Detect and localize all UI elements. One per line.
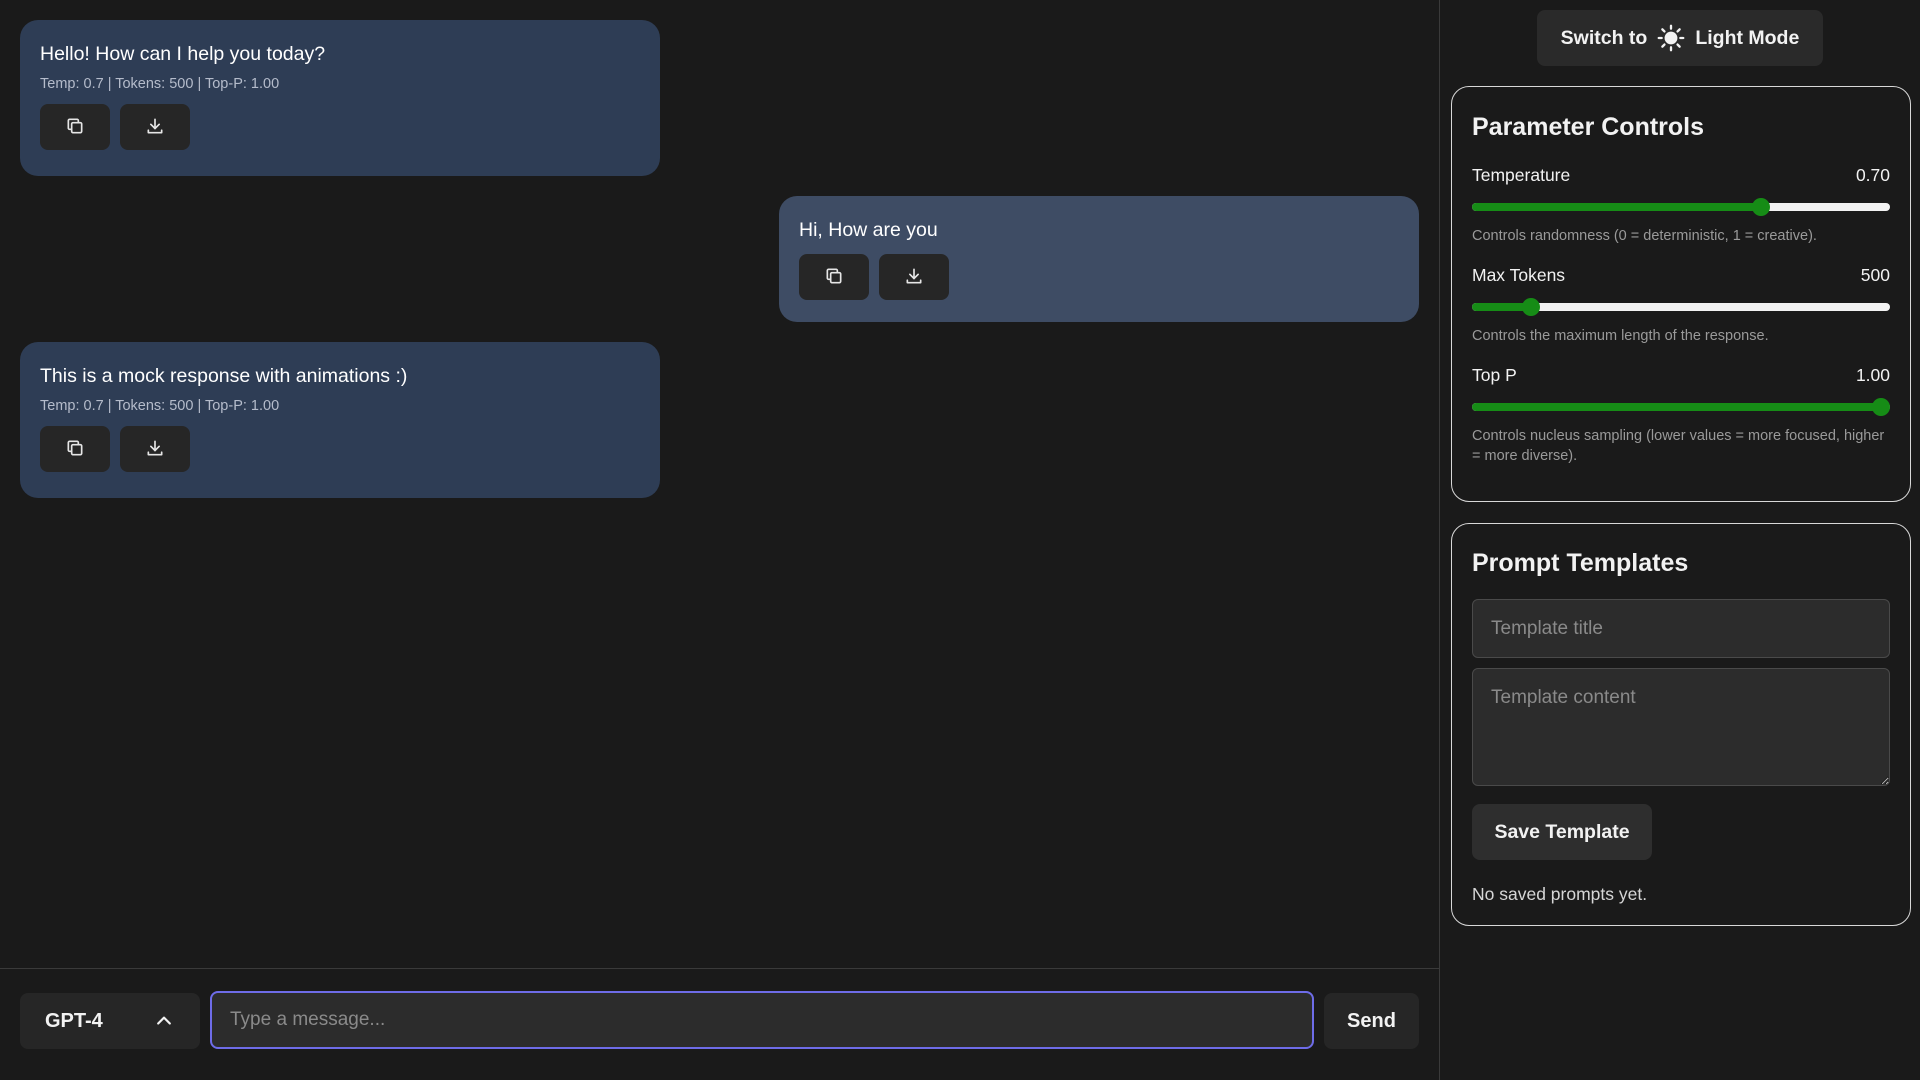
download-button[interactable] <box>120 104 190 150</box>
param-value: 500 <box>1860 265 1890 285</box>
message-composer: GPT-4 Send <box>0 968 1439 1080</box>
param-label: Max Tokens <box>1472 265 1566 285</box>
theme-toggle-prefix: Switch to <box>1560 26 1648 49</box>
message-text: This is a mock response with animations … <box>40 365 408 387</box>
download-icon <box>145 116 165 139</box>
message-actions <box>799 254 1399 300</box>
chevron-up-icon <box>154 1011 174 1031</box>
prompt-templates-panel: Prompt Templates Save Template No saved … <box>1451 523 1911 926</box>
theme-toggle-button[interactable]: Switch to Light Mode <box>1537 10 1823 66</box>
panel-title: Prompt Templates <box>1472 549 1689 577</box>
slider-fill <box>1472 403 1881 411</box>
message-actions <box>40 426 640 472</box>
copy-button[interactable] <box>40 104 110 150</box>
max-tokens-control: Max Tokens 500 Controls the maximum leng… <box>1472 265 1890 346</box>
assistant-message: Hello! How can I help you today? Temp: 0… <box>20 20 660 176</box>
theme-toggle-label: Light Mode <box>1695 26 1800 49</box>
param-description: Controls randomness (0 = deterministic, … <box>1472 228 1817 244</box>
assistant-message: This is a mock response with animations … <box>20 342 660 498</box>
slider-thumb[interactable] <box>1752 198 1770 216</box>
max-tokens-slider[interactable] <box>1472 298 1890 316</box>
download-button[interactable] <box>120 426 190 472</box>
sun-icon <box>1657 24 1685 52</box>
param-label: Temperature <box>1472 165 1571 185</box>
message-meta: Temp: 0.7 | Tokens: 500 | Top-P: 1.00 <box>40 398 280 414</box>
slider-fill <box>1472 203 1761 211</box>
slider-thumb[interactable] <box>1522 298 1540 316</box>
message-text: Hello! How can I help you today? <box>40 43 326 65</box>
copy-icon <box>65 438 85 461</box>
save-template-button[interactable]: Save Template <box>1472 804 1652 860</box>
param-description: Controls the maximum length of the respo… <box>1472 328 1769 344</box>
copy-button[interactable] <box>40 426 110 472</box>
copy-button[interactable] <box>799 254 869 300</box>
top-p-control: Top P 1.00 Controls nucleus sampling (lo… <box>1472 365 1890 466</box>
user-message: Hi, How are you <box>779 196 1419 322</box>
top-p-slider[interactable] <box>1472 398 1890 416</box>
param-label: Top P <box>1472 365 1517 385</box>
temperature-control: Temperature 0.70 Controls randomness (0 … <box>1472 165 1890 246</box>
message-text: Hi, How are you <box>799 219 938 241</box>
download-button[interactable] <box>879 254 949 300</box>
parameter-controls-panel: Parameter Controls Temperature 0.70 Cont… <box>1451 86 1911 502</box>
param-value: 1.00 <box>1855 365 1890 385</box>
panel-title: Parameter Controls <box>1472 113 1705 141</box>
message-meta: Temp: 0.7 | Tokens: 500 | Top-P: 1.00 <box>40 76 280 92</box>
param-description: Controls nucleus sampling (lower values … <box>1472 428 1885 464</box>
template-title-input[interactable] <box>1472 599 1890 658</box>
message-input[interactable] <box>210 991 1314 1049</box>
param-value: 0.70 <box>1855 165 1890 185</box>
download-icon <box>145 438 165 461</box>
message-actions <box>40 104 640 150</box>
download-icon <box>904 266 924 289</box>
model-label: GPT-4 <box>45 1009 103 1032</box>
copy-icon <box>824 266 844 289</box>
template-content-input[interactable] <box>1472 668 1890 786</box>
copy-icon <box>65 116 85 139</box>
settings-sidebar: Switch to Light Mode Parameter Controls … <box>1439 0 1920 1080</box>
send-button[interactable]: Send <box>1324 993 1419 1049</box>
temperature-slider[interactable] <box>1472 198 1890 216</box>
model-selector[interactable]: GPT-4 <box>20 993 200 1049</box>
empty-templates-text: No saved prompts yet. <box>1472 884 1648 904</box>
slider-thumb[interactable] <box>1872 398 1890 416</box>
chat-area: Hello! How can I help you today? Temp: 0… <box>0 0 1439 968</box>
